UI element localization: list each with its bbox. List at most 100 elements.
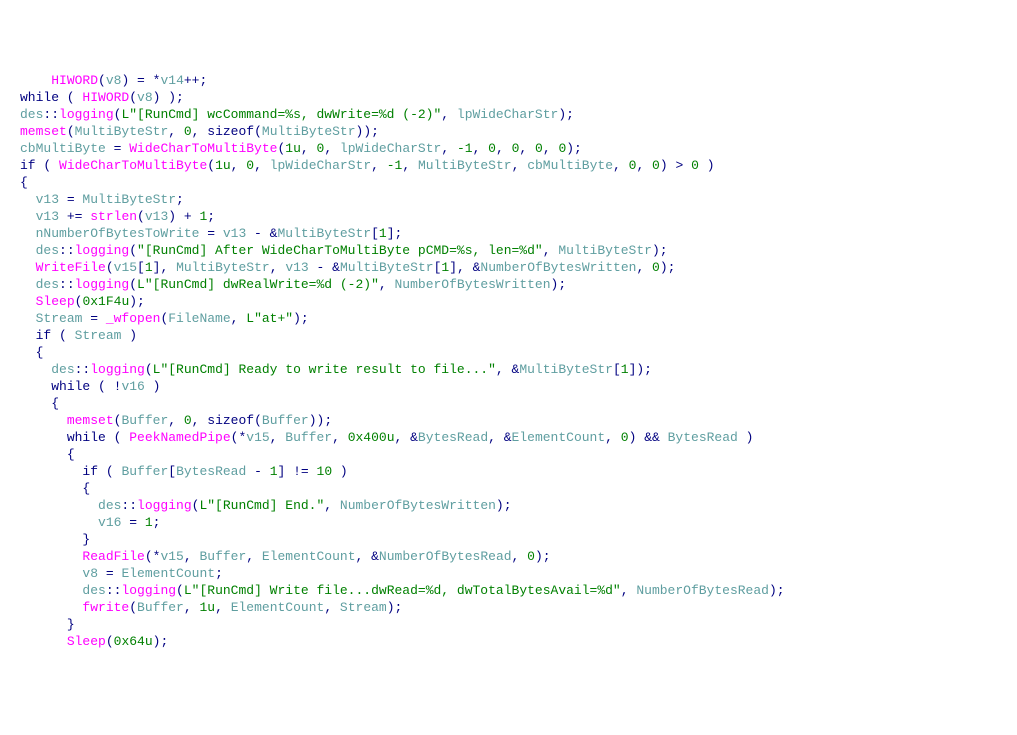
code-line[interactable]: fwrite(Buffer, 1u, ElementCount, Stream)… bbox=[20, 599, 1017, 616]
code-token: NumberOfBytesWritten bbox=[340, 498, 496, 513]
code-line[interactable]: } bbox=[20, 531, 1017, 548]
code-token: ++; bbox=[184, 73, 207, 88]
code-token: ( bbox=[176, 583, 184, 598]
code-token: [ bbox=[137, 260, 145, 275]
code-line[interactable]: HIWORD(v8) = *v14++; bbox=[20, 72, 1017, 89]
code-token: = bbox=[106, 141, 129, 156]
code-token: )); bbox=[309, 413, 332, 428]
code-line[interactable]: if ( Stream ) bbox=[20, 327, 1017, 344]
code-token: v15 bbox=[114, 260, 137, 275]
code-token: , bbox=[168, 124, 184, 139]
code-line[interactable]: { bbox=[20, 395, 1017, 412]
code-token: , bbox=[231, 158, 247, 173]
code-line[interactable]: } bbox=[20, 616, 1017, 633]
code-token: PeekNamedPipe bbox=[129, 430, 230, 445]
code-token: FileName bbox=[168, 311, 230, 326]
code-token: , bbox=[512, 158, 528, 173]
code-token: 1 bbox=[379, 226, 387, 241]
code-token: ; bbox=[207, 209, 215, 224]
code-token: - bbox=[246, 464, 269, 479]
code-line[interactable]: WriteFile(v15[1], MultiByteStr, v13 - &M… bbox=[20, 259, 1017, 276]
code-line[interactable]: des::logging(L"[RunCmd] wcCommand=%s, dw… bbox=[20, 106, 1017, 123]
code-token: ) bbox=[332, 464, 348, 479]
code-token: NumberOfBytesWritten bbox=[480, 260, 636, 275]
code-token: NumberOfBytesWritten bbox=[395, 277, 551, 292]
code-line[interactable]: des::logging(L"[RunCmd] Write file...dwR… bbox=[20, 582, 1017, 599]
code-token: HIWORD bbox=[51, 73, 98, 88]
code-line[interactable]: v13 += strlen(v13) + 1; bbox=[20, 208, 1017, 225]
code-line[interactable]: v13 = MultiByteStr; bbox=[20, 191, 1017, 208]
code-line[interactable]: while ( HIWORD(v8) ); bbox=[20, 89, 1017, 106]
code-token: L"[RunCmd] Ready to write result to file… bbox=[153, 362, 496, 377]
code-token: ) > bbox=[660, 158, 691, 173]
code-token: lpWideCharStr bbox=[270, 158, 371, 173]
code-line[interactable]: v8 = ElementCount; bbox=[20, 565, 1017, 582]
code-token: 1 bbox=[621, 362, 629, 377]
code-line[interactable]: v16 = 1; bbox=[20, 514, 1017, 531]
code-token: L"[RunCmd] dwRealWrite=%d (-2)" bbox=[137, 277, 379, 292]
code-line[interactable]: Sleep(0x64u); bbox=[20, 633, 1017, 650]
code-token: BytesRead bbox=[418, 430, 488, 445]
code-token: , bbox=[246, 549, 262, 564]
code-token: des bbox=[98, 498, 121, 513]
code-token: sizeof bbox=[207, 124, 254, 139]
code-token: MultiByteStr bbox=[558, 243, 652, 258]
code-line[interactable]: while ( PeekNamedPipe(*v15, Buffer, 0x40… bbox=[20, 429, 1017, 446]
code-token: v13 bbox=[36, 192, 59, 207]
code-line[interactable]: des::logging(L"[RunCmd] Ready to write r… bbox=[20, 361, 1017, 378]
code-line[interactable]: { bbox=[20, 344, 1017, 361]
code-token: 0x400u bbox=[348, 430, 395, 445]
code-token: , bbox=[496, 141, 512, 156]
code-line[interactable]: Stream = _wfopen(FileName, L"at+"); bbox=[20, 310, 1017, 327]
code-line[interactable]: if ( WideCharToMultiByte(1u, 0, lpWideCh… bbox=[20, 157, 1017, 174]
code-token: v14 bbox=[160, 73, 183, 88]
code-token: :: bbox=[43, 107, 59, 122]
code-token: ) bbox=[145, 379, 161, 394]
code-token: des bbox=[36, 243, 59, 258]
code-line[interactable]: des::logging("[RunCmd] After WideCharToM… bbox=[20, 242, 1017, 259]
code-line[interactable]: des::logging(L"[RunCmd] dwRealWrite=%d (… bbox=[20, 276, 1017, 293]
code-line[interactable]: while ( !v16 ) bbox=[20, 378, 1017, 395]
code-token: { bbox=[82, 481, 90, 496]
code-token: ) bbox=[738, 430, 754, 445]
code-token: , bbox=[379, 277, 395, 292]
code-token: :: bbox=[121, 498, 137, 513]
code-token: ); bbox=[566, 141, 582, 156]
code-line[interactable]: memset(Buffer, 0, sizeof(Buffer)); bbox=[20, 412, 1017, 429]
code-line[interactable]: des::logging(L"[RunCmd] End.", NumberOfB… bbox=[20, 497, 1017, 514]
code-token: , bbox=[621, 583, 637, 598]
code-line[interactable]: if ( Buffer[BytesRead - 1] != 10 ) bbox=[20, 463, 1017, 480]
code-token: ); bbox=[652, 243, 668, 258]
code-token: - & bbox=[246, 226, 277, 241]
code-token: 0 bbox=[535, 141, 543, 156]
code-line[interactable]: nNumberOfBytesToWrite = v13 - &MultiByte… bbox=[20, 225, 1017, 242]
code-token: ], bbox=[153, 260, 176, 275]
code-token: - & bbox=[309, 260, 340, 275]
code-token: NumberOfBytesRead bbox=[636, 583, 769, 598]
code-token: if ( bbox=[20, 158, 59, 173]
code-line[interactable]: { bbox=[20, 480, 1017, 497]
code-line[interactable]: ReadFile(*v15, Buffer, ElementCount, &Nu… bbox=[20, 548, 1017, 565]
code-token: lpWideCharStr bbox=[340, 141, 441, 156]
code-token: 0 bbox=[621, 430, 629, 445]
code-listing[interactable]: HIWORD(v8) = *v14++;while ( HIWORD(v8) )… bbox=[20, 72, 1017, 650]
code-token: :: bbox=[59, 277, 75, 292]
code-line[interactable]: memset(MultiByteStr, 0, sizeof(MultiByte… bbox=[20, 123, 1017, 140]
code-token: , bbox=[254, 158, 270, 173]
code-token: -1 bbox=[387, 158, 403, 173]
code-token: v13 bbox=[145, 209, 168, 224]
code-line[interactable]: { bbox=[20, 174, 1017, 191]
code-token: fwrite bbox=[82, 600, 129, 615]
code-token: , bbox=[270, 260, 286, 275]
code-token: v16 bbox=[121, 379, 144, 394]
code-token: logging bbox=[121, 583, 176, 598]
code-token: ElementCount bbox=[121, 566, 215, 581]
code-line[interactable]: Sleep(0x1F4u); bbox=[20, 293, 1017, 310]
code-line[interactable]: cbMultiByte = WideCharToMultiByte(1u, 0,… bbox=[20, 140, 1017, 157]
code-token: MultiByteStr bbox=[176, 260, 270, 275]
code-token: logging bbox=[75, 243, 130, 258]
code-token: , bbox=[324, 498, 340, 513]
code-line[interactable]: { bbox=[20, 446, 1017, 463]
code-token: ); bbox=[129, 294, 145, 309]
code-token: ); bbox=[535, 549, 551, 564]
